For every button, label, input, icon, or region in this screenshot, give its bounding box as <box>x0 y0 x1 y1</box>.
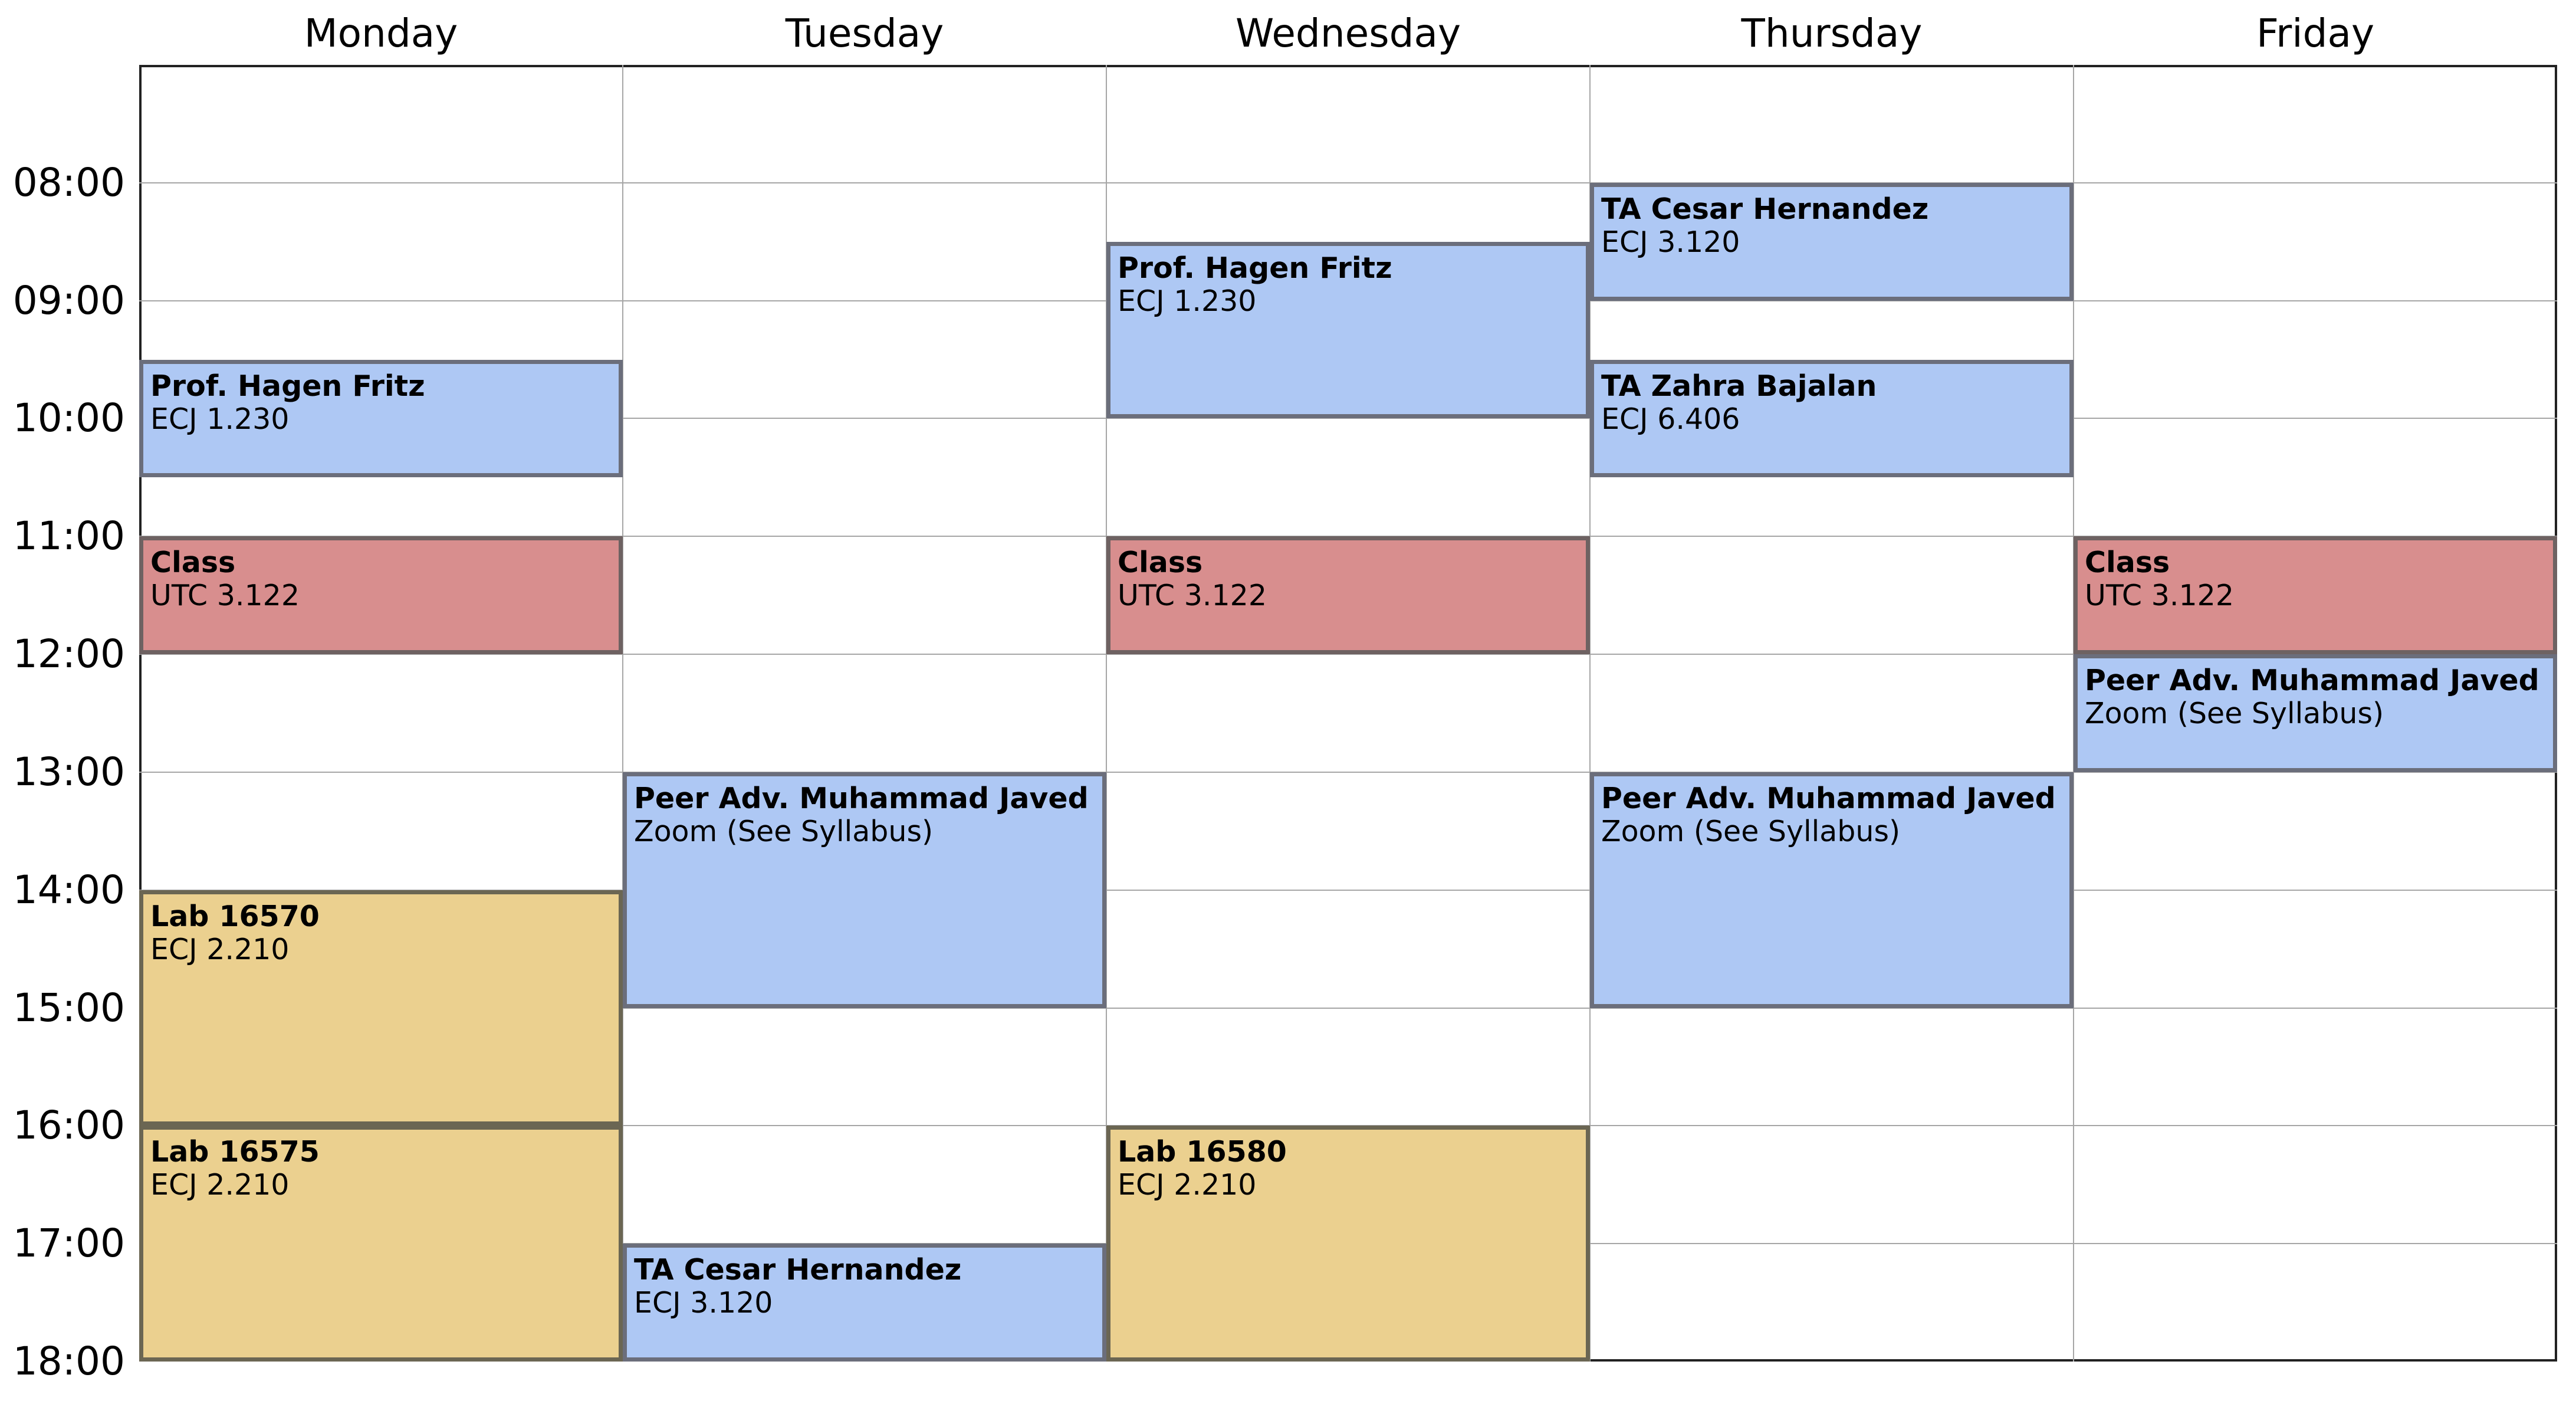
event-location: ECJ 1.230 <box>1118 284 1257 318</box>
event-title: Prof. Hagen Fritz <box>1118 251 1392 285</box>
schedule-event-lab[interactable]: Lab 16580 ECJ 2.210 <box>1106 1126 1590 1362</box>
time-label-1700: 17:00 <box>12 1221 125 1267</box>
event-location: Zoom (See Syllabus) <box>2085 697 2384 731</box>
schedule-event-office[interactable]: Prof. Hagen Fritz ECJ 1.230 <box>139 359 623 478</box>
event-location: UTC 3.122 <box>2085 579 2234 613</box>
time-label-1300: 13:00 <box>12 749 125 795</box>
time-label-1600: 16:00 <box>12 1103 125 1149</box>
event-title: TA Cesar Hernandez <box>1601 192 1929 226</box>
event-title: Lab 16580 <box>1118 1135 1287 1169</box>
schedule-event-class[interactable]: Class UTC 3.122 <box>139 536 623 655</box>
time-label-1100: 11:00 <box>12 513 125 559</box>
time-label-0900: 09:00 <box>12 277 125 323</box>
schedule-event-class[interactable]: Class UTC 3.122 <box>2074 536 2557 655</box>
event-location: ECJ 3.120 <box>634 1286 773 1320</box>
time-label-1000: 10:00 <box>12 395 125 441</box>
event-location: ECJ 2.210 <box>1118 1168 1257 1202</box>
time-label-0800: 08:00 <box>12 159 125 205</box>
event-location: Zoom (See Syllabus) <box>634 814 934 848</box>
time-label-1500: 15:00 <box>12 985 125 1031</box>
time-label-1200: 12:00 <box>12 631 125 677</box>
time-label-1800: 18:00 <box>12 1339 125 1384</box>
event-title: Class <box>2085 546 2170 580</box>
hour-gridline <box>139 182 2557 183</box>
schedule-event-office[interactable]: TA Cesar Hernandez ECJ 3.120 <box>1590 182 2074 301</box>
event-title: Peer Adv. Muhammad Javed <box>1601 781 2056 815</box>
schedule-event-lab[interactable]: Lab 16575 ECJ 2.210 <box>139 1126 623 1362</box>
event-title: Lab 16575 <box>150 1135 320 1169</box>
schedule-event-office[interactable]: Peer Adv. Muhammad Javed Zoom (See Syllab… <box>623 772 1106 1008</box>
event-location: ECJ 6.406 <box>1601 402 1740 436</box>
event-location: Zoom (See Syllabus) <box>1601 814 1901 848</box>
event-title: Class <box>1118 546 1203 580</box>
day-header-thursday: Thursday <box>1741 11 1923 56</box>
day-header-wednesday: Wednesday <box>1235 11 1461 56</box>
day-header-tuesday: Tuesday <box>785 11 944 56</box>
day-header-friday: Friday <box>2256 11 2375 56</box>
schedule-event-office[interactable]: TA Cesar Hernandez ECJ 3.120 <box>623 1244 1106 1362</box>
event-title: Class <box>150 546 236 580</box>
schedule-event-office[interactable]: Peer Adv. Muhammad Javed Zoom (See Syllab… <box>2074 654 2557 772</box>
event-title: Peer Adv. Muhammad Javed <box>634 781 1089 815</box>
event-location: UTC 3.122 <box>1118 579 1267 613</box>
schedule-event-class[interactable]: Class UTC 3.122 <box>1106 536 1590 655</box>
event-title: Prof. Hagen Fritz <box>150 369 425 403</box>
schedule-event-lab[interactable]: Lab 16570 ECJ 2.210 <box>139 890 623 1126</box>
event-title: Lab 16570 <box>150 899 320 933</box>
day-header-monday: Monday <box>304 11 458 56</box>
event-location: ECJ 2.210 <box>150 932 290 966</box>
event-location: ECJ 3.120 <box>1601 225 1740 259</box>
event-title: TA Zahra Bajalan <box>1601 369 1877 403</box>
time-label-1400: 14:00 <box>12 867 125 913</box>
event-location: UTC 3.122 <box>150 579 300 613</box>
schedule-event-office[interactable]: TA Zahra Bajalan ECJ 6.406 <box>1590 359 2074 478</box>
weekly-schedule: Monday Tuesday Wednesday Thursday Friday 08:0… <box>0 0 2576 1404</box>
event-location: ECJ 1.230 <box>150 402 290 436</box>
schedule-event-office[interactable]: Prof. Hagen Fritz ECJ 1.230 <box>1106 241 1590 419</box>
event-title: Peer Adv. Muhammad Javed <box>2085 664 2539 698</box>
event-title: TA Cesar Hernandez <box>634 1253 962 1287</box>
schedule-event-office[interactable]: Peer Adv. Muhammad Javed Zoom (See Syllab… <box>1590 772 2074 1008</box>
event-location: ECJ 2.210 <box>150 1168 290 1202</box>
